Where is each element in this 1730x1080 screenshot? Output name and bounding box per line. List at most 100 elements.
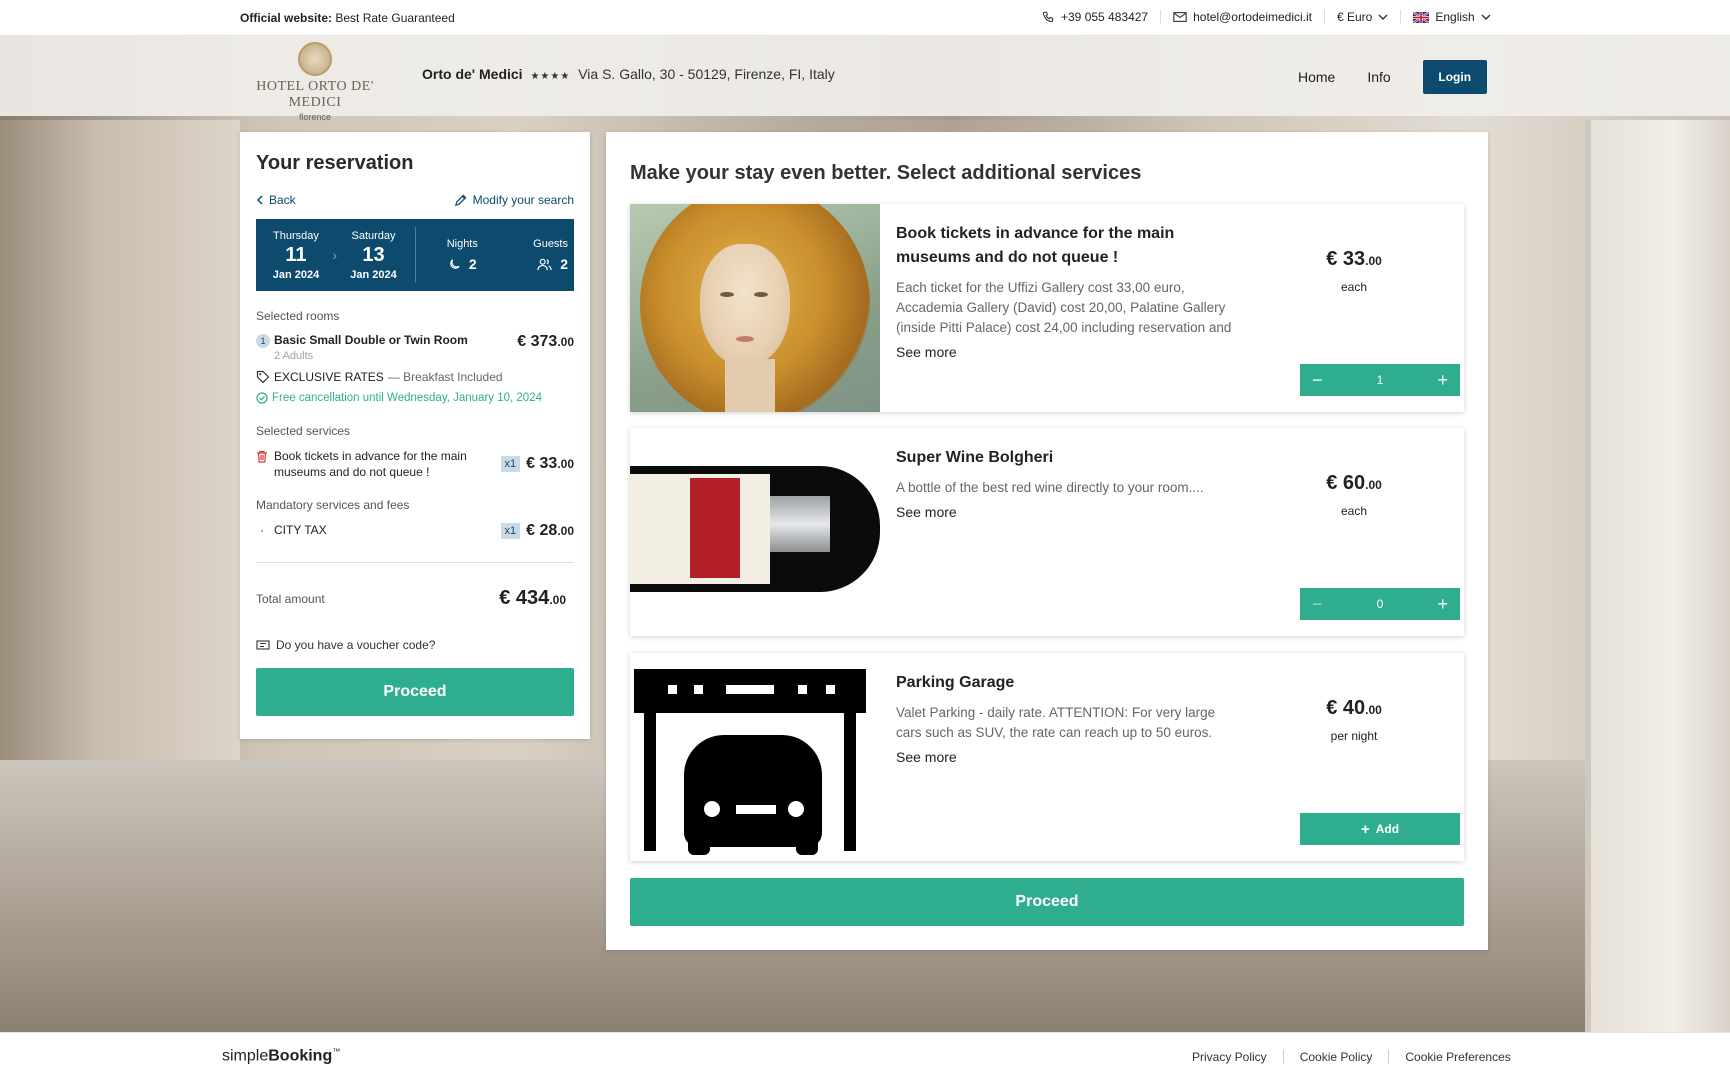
see-more-link[interactable]: See more: [896, 504, 1244, 520]
fee-name: CITY TAX: [274, 523, 327, 537]
see-more-link[interactable]: See more: [896, 749, 1244, 765]
proceed-button-sidebar[interactable]: Proceed: [256, 668, 574, 716]
rate-name: EXCLUSIVE RATES: [274, 370, 384, 384]
hotel-logo[interactable]: HOTEL ORTO DE' MEDICI florence: [240, 42, 390, 122]
guests-count: Guests 2: [500, 238, 568, 272]
add-label: Add: [1375, 822, 1400, 836]
cookie-preferences-link[interactable]: Cookie Preferences: [1389, 1050, 1526, 1064]
cancellation-policy: Free cancellation until Wednesday, Janua…: [256, 390, 574, 406]
email-link[interactable]: hotel@ortodeimedici.it: [1161, 10, 1325, 24]
quantity-value: 1: [1376, 373, 1384, 387]
back-label: Back: [269, 193, 296, 207]
top-bar: Official website: Best Rate Guaranteed +…: [0, 0, 1730, 36]
phone-link[interactable]: +39 055 483427: [1030, 10, 1162, 24]
phone-number: +39 055 483427: [1061, 10, 1149, 24]
reservation-title: Your reservation: [256, 152, 414, 174]
selected-service: Book tickets in advance for the main mus…: [256, 448, 574, 480]
parking-image[interactable]: [630, 653, 880, 861]
price-dec: .00: [1365, 478, 1382, 492]
room-price-dec: .00: [557, 335, 574, 349]
brand-tm: ™: [332, 1047, 341, 1056]
hotel-name: Orto de' Medici: [422, 66, 523, 82]
service-description: Valet Parking - daily rate. ATTENTION: F…: [896, 705, 1216, 740]
login-button[interactable]: Login: [1422, 60, 1487, 94]
trash-icon[interactable]: [256, 450, 268, 463]
price-unit: each: [1340, 504, 1368, 518]
services-title: Make your stay even better. Select addit…: [630, 162, 1142, 184]
voucher-icon: [256, 640, 270, 650]
wine-image[interactable]: [630, 428, 880, 636]
uk-flag-icon: [1413, 11, 1430, 23]
tag-icon: [256, 370, 270, 384]
simplebooking-logo[interactable]: simpleBooking™: [222, 1047, 340, 1065]
modify-search-link[interactable]: Modify your search: [454, 193, 574, 207]
language-value: English: [1435, 10, 1475, 24]
total-price: € 434.00: [499, 587, 566, 610]
mail-icon: [1173, 12, 1187, 22]
checkout-month: Jan 2024: [350, 268, 397, 281]
service-price: € 33.00: [1260, 248, 1448, 271]
guests-label: Guests: [533, 238, 568, 250]
see-more-link[interactable]: See more: [896, 344, 1244, 360]
official-label: Official website:: [240, 11, 333, 25]
minus-icon[interactable]: −: [1312, 371, 1323, 389]
modify-search-label: Modify your search: [472, 193, 574, 207]
service-description: A bottle of the best red wine directly t…: [896, 480, 1204, 495]
moon-icon: [450, 258, 460, 269]
voucher-label: Do you have a voucher code?: [276, 638, 436, 652]
total-price-dec: .00: [549, 593, 566, 607]
hotel-info: Orto de' Medici ★★★★ Via S. Gallo, 30 - …: [422, 66, 835, 82]
price-int: € 60: [1326, 472, 1366, 494]
guests-value: 2: [560, 256, 568, 272]
checkout-date: Saturday 13 Jan 2024: [340, 230, 408, 281]
service-card-museum-tickets: Book tickets in advance for the main mus…: [630, 204, 1464, 412]
divider: [256, 562, 574, 563]
service-name: Book tickets in advance for the main mus…: [274, 449, 467, 479]
cookie-policy-link[interactable]: Cookie Policy: [1284, 1050, 1390, 1064]
additional-services-panel: Make your stay even better. Select addit…: [606, 132, 1488, 950]
checkin-date: Thursday 11 Jan 2024: [262, 230, 330, 281]
selected-rooms-label: Selected rooms: [256, 309, 340, 323]
privacy-policy-link[interactable]: Privacy Policy: [1176, 1050, 1284, 1064]
minus-icon[interactable]: −: [1312, 595, 1323, 613]
official-website-note: Official website: Best Rate Guaranteed: [240, 11, 455, 25]
plus-icon[interactable]: +: [1437, 371, 1448, 389]
site-header: HOTEL ORTO DE' MEDICI florence Orto de' …: [0, 36, 1730, 122]
back-link[interactable]: Back: [256, 193, 296, 207]
brand-light: simple: [222, 1047, 269, 1065]
background-photo-door: [1585, 120, 1730, 1040]
proceed-button-main[interactable]: Proceed: [630, 878, 1464, 926]
fee-price-dec: .00: [557, 524, 574, 538]
quantity-stepper: − 1 +: [1300, 364, 1460, 396]
service-price-dec: .00: [557, 457, 574, 471]
service-card-wine: Super Wine Bolgheri A bottle of the best…: [630, 428, 1464, 636]
rate-info: EXCLUSIVE RATES — Breakfast Included: [256, 370, 574, 384]
room-price: € 373.00: [517, 333, 574, 362]
total-label: Total amount: [256, 591, 325, 606]
site-footer: simpleBooking™ Privacy Policy Cookie Pol…: [0, 1032, 1730, 1080]
add-parking-button[interactable]: + Add: [1300, 813, 1460, 845]
brand-bold: Booking: [268, 1047, 333, 1065]
nav-home-link[interactable]: Home: [1298, 69, 1335, 85]
selected-room: 1 Basic Small Double or Twin Room 2 Adul…: [256, 333, 574, 362]
currency-selector[interactable]: € Euro: [1325, 10, 1402, 24]
price-unit: each: [1340, 280, 1368, 294]
stay-dates[interactable]: Thursday 11 Jan 2024 › Saturday 13 Jan 2…: [256, 219, 574, 291]
checkin-day: 11: [285, 243, 307, 266]
reservation-summary: Your reservation Back Modify your search…: [240, 132, 590, 739]
museum-tickets-image[interactable]: [630, 204, 880, 412]
voucher-link[interactable]: Do you have a voucher code?: [256, 638, 574, 652]
plus-icon: +: [1360, 820, 1370, 838]
price-dec: .00: [1365, 254, 1382, 268]
service-card-parking: Parking Garage Valet Parking - daily rat…: [630, 653, 1464, 861]
plus-icon[interactable]: +: [1437, 595, 1448, 613]
nights-value: 2: [468, 256, 477, 272]
room-price-int: € 373: [517, 333, 558, 350]
selected-services-label: Selected services: [256, 424, 351, 438]
nav-info-link[interactable]: Info: [1367, 69, 1390, 85]
service-price: € 33.00: [526, 455, 574, 473]
fee-price-int: € 28: [526, 522, 558, 539]
language-selector[interactable]: English: [1401, 10, 1502, 24]
nights-label: Nights: [446, 238, 478, 250]
service-qty-badge: x1: [500, 456, 521, 472]
